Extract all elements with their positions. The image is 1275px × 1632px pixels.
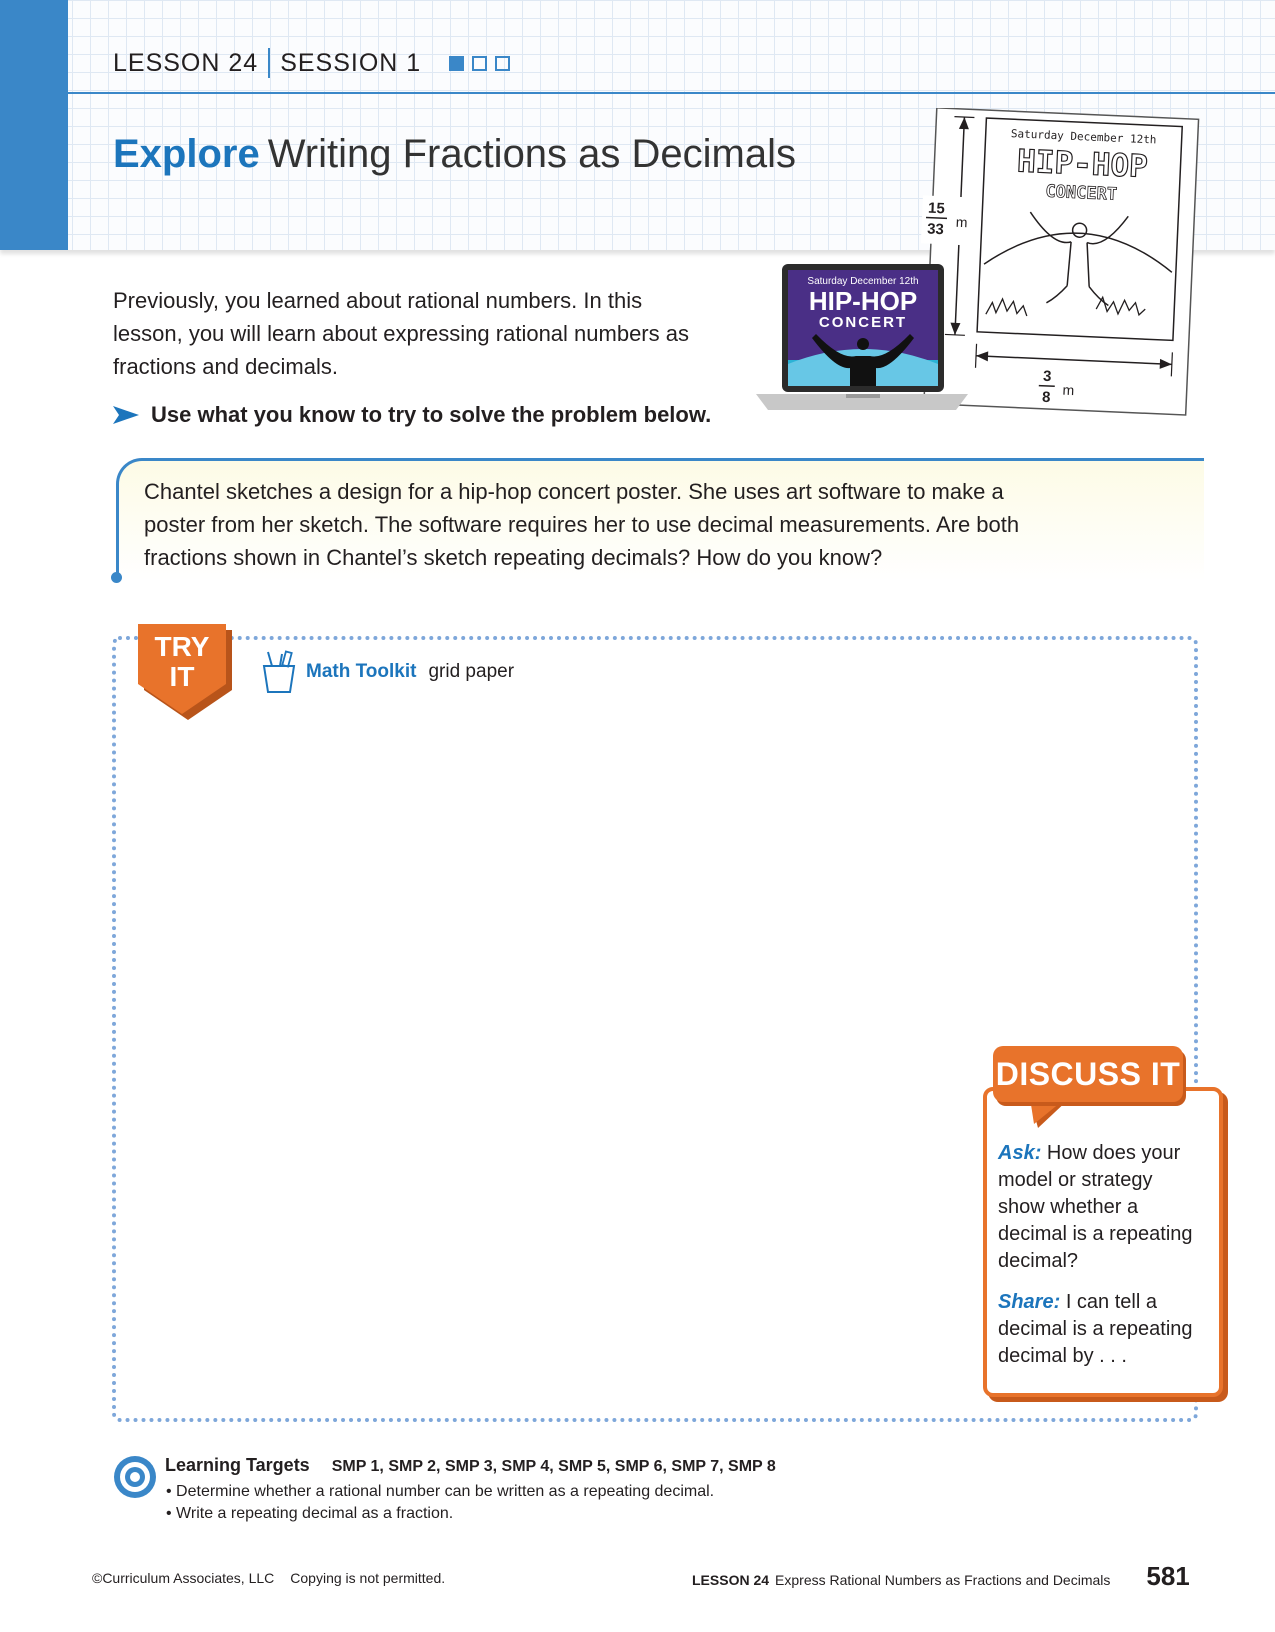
footer-lesson-label: LESSON 24 [692,1572,770,1588]
sketch-height-unit: m [956,214,968,230]
discuss-speech-tail [1030,1098,1070,1128]
laptop-title: HIP-HOP [809,286,917,316]
try-it-badge: TRY IT [138,624,232,720]
discuss-share: Share: I can tell a decimal is a repeati… [998,1289,1203,1370]
intro-paragraph: Previously, you learned about rational n… [113,288,689,379]
sketch-width-numerator: 3 [1043,368,1052,385]
learning-target-item: Determine whether a rational number can … [166,1481,714,1503]
try-it-line2: IT [170,661,195,692]
math-toolkit: Math Toolkit grid paper [260,650,514,694]
session-label: SESSION 1 [280,48,422,77]
discuss-ask-label: Ask: [998,1142,1042,1164]
sketch-width-denominator: 8 [1042,389,1051,406]
sketch-height-numerator: 15 [928,200,945,218]
page-title: Explore Writing Fractions as Decimals [113,132,796,177]
smp-list: SMP 1, SMP 2, SMP 3, SMP 4, SMP 5, SMP 6… [331,1458,776,1475]
math-toolkit-items: grid paper [428,661,515,682]
learning-targets-list: Determine whether a rational number can … [166,1481,714,1525]
pencil-cup-icon [262,650,296,693]
progress-square-filled [449,55,465,71]
math-toolkit-label: Math Toolkit [306,661,417,682]
sketch-width-unit: m [1062,382,1074,398]
sketch-height-denominator: 33 [927,221,944,239]
discuss-it-banner: DISCUSS IT [993,1046,1183,1102]
sketch-subtitle: CONCERT [1045,182,1117,205]
learning-targets-title: Learning Targets [165,1455,310,1475]
blue-side-strip [0,0,68,250]
sketch-title: HIP-HOP [1016,143,1148,185]
session-progress [449,55,511,71]
progress-square-empty [472,55,488,71]
lesson-session-line: LESSON 24 SESSION 1 [113,48,511,78]
progress-square-empty [495,55,511,71]
title-keyword: Explore [113,132,260,176]
discuss-ask: Ask: How does your model or strategy sho… [998,1140,1203,1275]
solve-prompt: Use what you know to try to solve the pr… [113,402,711,428]
laptop-illustration: Saturday December 12th HIP-HOP CONCERT [756,264,968,410]
solve-prompt-text: Use what you know to try to solve the pr… [151,402,712,427]
arrow-right-icon [113,406,139,424]
discuss-it-text: Ask: How does your model or strategy sho… [998,1140,1203,1384]
footer-lesson-title: Express Rational Numbers as Fractions an… [775,1572,1111,1588]
footer-copyright: ©Curriculum Associates, LLC Copying is no… [92,1570,445,1586]
problem-text: Chantel sketches a design for a hip-hop … [144,479,1020,570]
target-icon [114,1456,156,1498]
laptop-subtitle: CONCERT [819,314,907,331]
learning-targets-header: Learning Targets SMP 1, SMP 2, SMP 3, SM… [165,1455,776,1476]
lesson-divider [268,48,271,78]
lesson-label: LESSON 24 [113,48,259,77]
page-number: 581 [1146,1561,1190,1591]
header-rule [68,92,1275,94]
learning-target-item: Write a repeating decimal as a fraction. [166,1503,714,1525]
footer-lesson-info: LESSON 24 Express Rational Numbers as Fra… [692,1561,1190,1592]
try-it-line1: TRY [155,631,210,662]
copyright-text: ©Curriculum Associates, LLC [92,1570,275,1586]
copy-notice: Copying is not permitted. [290,1570,446,1586]
discuss-share-label: Share: [998,1291,1061,1313]
problem-box-dot [111,572,122,583]
title-text: Writing Fractions as Decimals [267,132,796,176]
